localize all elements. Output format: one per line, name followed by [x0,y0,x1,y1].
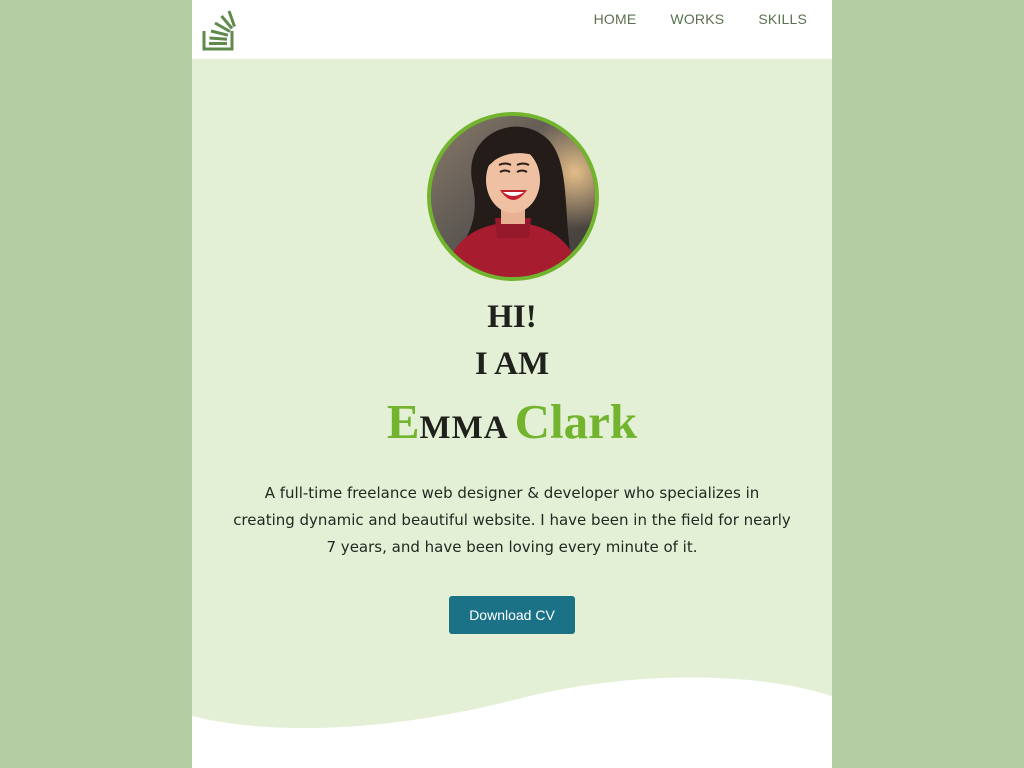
profile-avatar [427,112,599,281]
first-name-initial: E [386,394,420,449]
stack-overflow-icon[interactable] [202,9,242,51]
profile-photo [431,116,595,277]
intro-heading: I AM [474,346,550,382]
main-nav: HOME WORKS SKILLS [594,11,807,27]
top-header: HOME WORKS SKILLS [192,0,832,59]
wave-divider [192,677,832,768]
nav-works-link[interactable]: WORKS [670,11,724,27]
page-container: HOME WORKS SKILLS HI! I AM EMMA Clark A … [192,0,832,768]
last-name: Clark [514,394,638,449]
nav-home-link[interactable]: HOME [594,11,637,27]
nav-skills-link[interactable]: SKILLS [758,11,807,27]
first-name-rest: MMA [419,410,509,446]
first-name: EMMA [387,394,509,449]
download-cv-button[interactable]: Download CV [449,596,575,634]
bio-text: A full-time freelance web designer & dev… [233,484,791,556]
greeting-heading: HI! [487,299,537,335]
name-heading: EMMA Clark [192,392,832,461]
